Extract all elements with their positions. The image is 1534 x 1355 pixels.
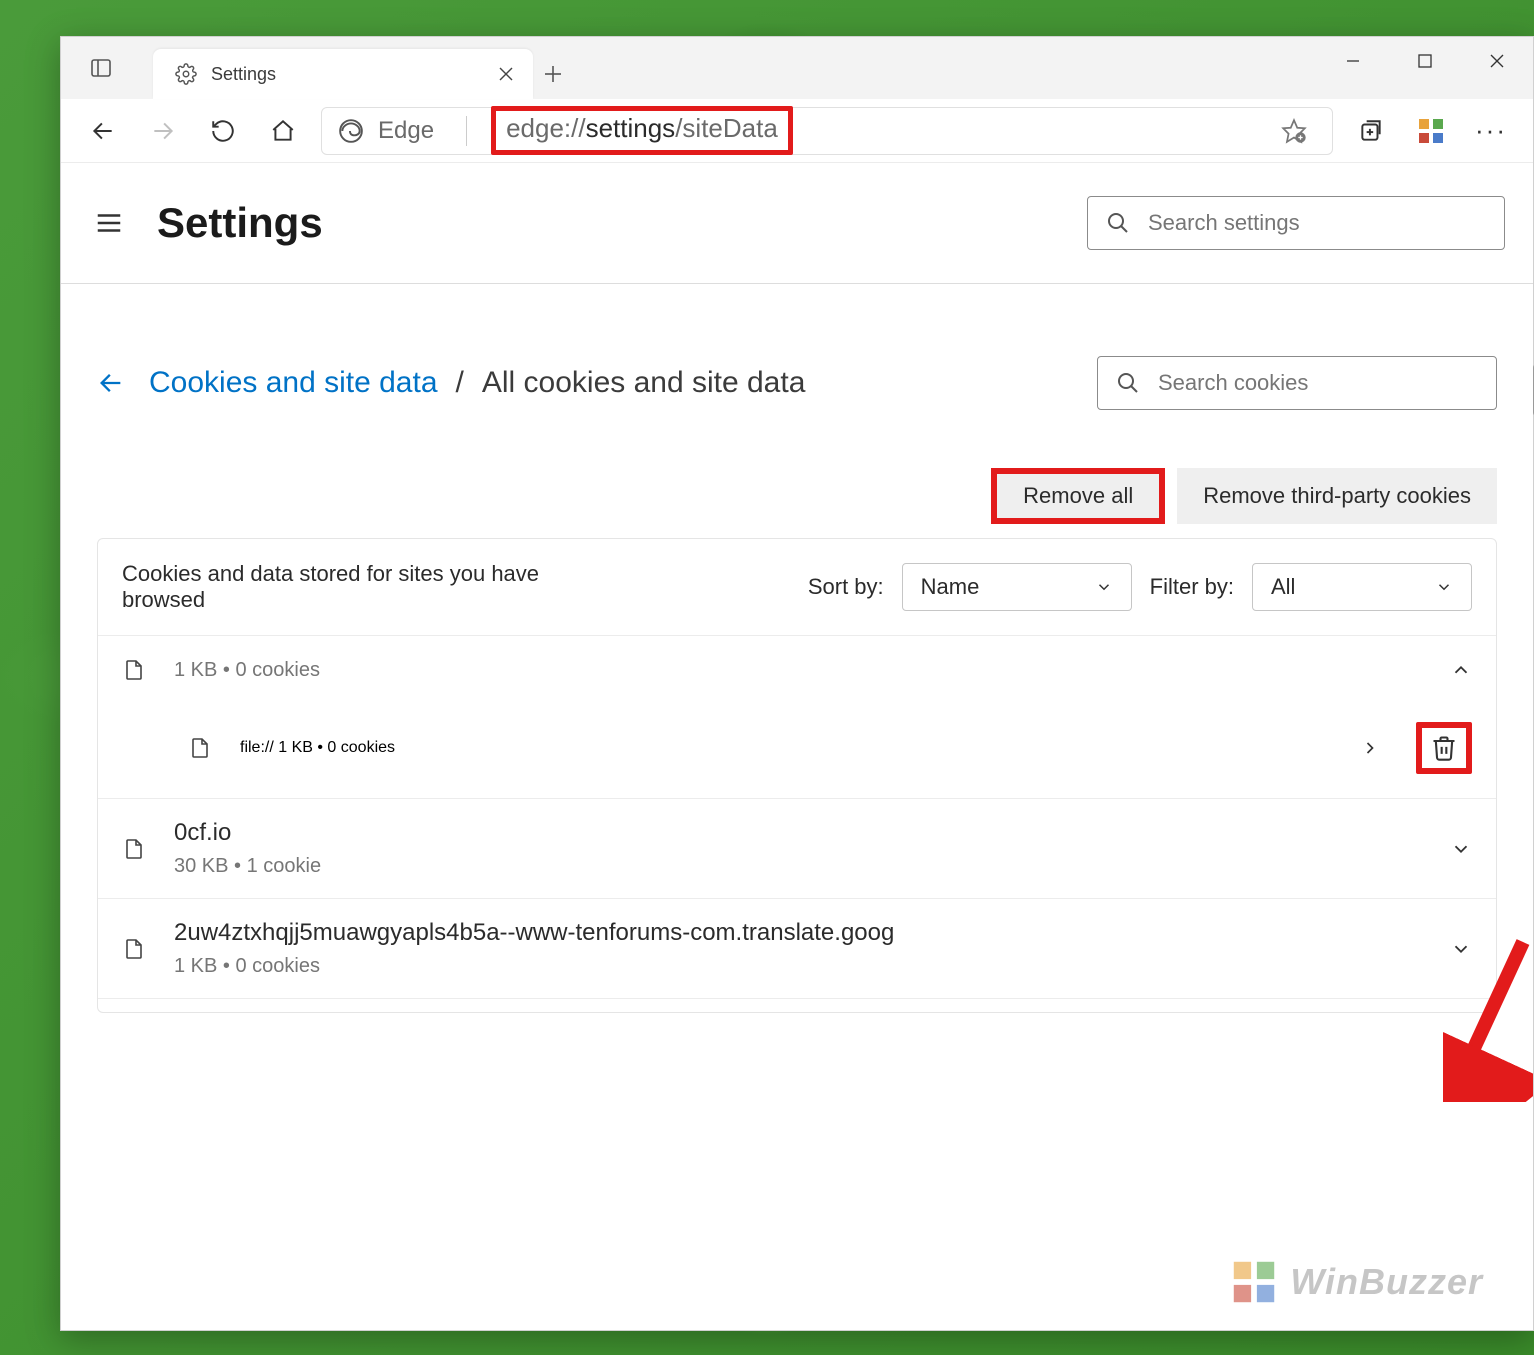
watermark-icon <box>1228 1256 1280 1308</box>
favorite-button[interactable] <box>1272 109 1316 153</box>
address-separator <box>466 116 467 146</box>
panel-description: Cookies and data stored for sites you ha… <box>122 561 562 613</box>
delete-cookie-button-highlight <box>1416 722 1472 774</box>
cookie-sub-title: file:// <box>240 739 274 756</box>
home-button[interactable] <box>261 109 305 153</box>
watermark-text: WinBuzzer <box>1290 1261 1483 1303</box>
cookie-group-row[interactable]: 0cf.io 30 KB • 1 cookie <box>98 798 1496 898</box>
address-url-highlight: edge://settings/siteData <box>491 106 793 155</box>
tab-settings[interactable]: Settings <box>153 49 533 99</box>
remove-third-party-button[interactable]: Remove third-party cookies <box>1177 468 1497 524</box>
chevron-down-icon <box>1435 578 1453 596</box>
breadcrumb-link[interactable]: Cookies and site data <box>149 366 438 400</box>
settings-header: Settings <box>61 163 1533 283</box>
filter-select[interactable]: All <box>1252 563 1472 611</box>
cookie-row-info: 0cf.io 30 KB • 1 cookie <box>174 819 321 878</box>
cookie-group-row[interactable]: 2uw4ztxhqjj5muawgyapls4b5a--www-tenforum… <box>98 898 1496 998</box>
cookie-sub-info: file:// 1 KB • 0 cookies <box>240 739 395 757</box>
trash-icon[interactable] <box>1430 734 1458 762</box>
file-icon <box>188 734 214 762</box>
profile-button[interactable] <box>1409 109 1453 153</box>
cookie-row-info: 2uw4ztxhqjj5muawgyapls4b5a--www-tenforum… <box>174 919 894 978</box>
menu-button[interactable]: ··· <box>1469 109 1513 153</box>
cookie-sub-row[interactable]: file:// 1 KB • 0 cookies <box>98 704 1496 798</box>
navigation-toolbar: Edge edge://settings/siteData ··· <box>61 99 1533 163</box>
action-row: Remove all Remove third-party cookies <box>97 468 1497 524</box>
chevron-right-icon[interactable] <box>1360 738 1380 758</box>
content-area: Cookies and site data / All cookies and … <box>61 356 1533 1013</box>
search-cookies-field[interactable] <box>1097 356 1497 410</box>
remove-all-button[interactable]: Remove all <box>991 468 1165 524</box>
window-controls <box>1317 37 1533 85</box>
sort-select[interactable]: Name <box>902 563 1132 611</box>
ellipsis-icon: ··· <box>1475 115 1507 146</box>
sort-label: Sort by: <box>808 574 884 600</box>
back-button[interactable] <box>81 109 125 153</box>
chevron-down-icon[interactable] <box>1450 838 1472 860</box>
filter-value: All <box>1271 574 1295 600</box>
cookie-group-meta: 1 KB • 0 cookies <box>174 659 320 682</box>
breadcrumb-row: Cookies and site data / All cookies and … <box>97 356 1497 410</box>
search-settings-field[interactable] <box>1087 196 1505 250</box>
panel-header: Cookies and data stored for sites you ha… <box>98 539 1496 635</box>
sort-value: Name <box>921 574 980 600</box>
file-icon <box>122 656 148 684</box>
edge-logo-icon <box>338 118 364 144</box>
filter-label: Filter by: <box>1150 574 1234 600</box>
address-bar[interactable]: Edge edge://settings/siteData <box>321 107 1333 155</box>
annotation-arrow <box>1443 932 1533 1102</box>
chevron-down-icon <box>1095 578 1113 596</box>
file-icon <box>122 935 148 963</box>
breadcrumb-back-icon[interactable] <box>97 369 131 397</box>
cookie-row-title: 0cf.io <box>174 819 321 847</box>
page-title: Settings <box>157 199 323 247</box>
tabstrip: Settings <box>61 37 573 99</box>
browser-window: Settings <box>60 36 1534 1331</box>
search-icon <box>1106 211 1130 235</box>
close-window-button[interactable] <box>1461 37 1533 85</box>
breadcrumb-separator: / <box>456 366 464 400</box>
vertical-tabs-toggle[interactable] <box>77 44 125 92</box>
refresh-button[interactable] <box>201 109 245 153</box>
minimize-button[interactable] <box>1317 37 1389 85</box>
new-tab-button[interactable] <box>533 49 573 99</box>
breadcrumb-current: All cookies and site data <box>482 366 806 400</box>
cookie-row-meta: 30 KB • 1 cookie <box>174 855 321 878</box>
cookie-sub-meta: 1 KB • 0 cookies <box>278 739 395 756</box>
search-icon <box>1116 371 1140 395</box>
gear-icon <box>175 63 197 85</box>
search-cookies-input[interactable] <box>1158 370 1478 396</box>
cookie-group-row[interactable]: 1 KB • 0 cookies <box>98 635 1496 704</box>
list-continuation <box>98 998 1496 1012</box>
watermark: WinBuzzer <box>1228 1256 1483 1308</box>
settings-menu-button[interactable] <box>89 203 129 243</box>
cookies-panel: Cookies and data stored for sites you ha… <box>97 538 1497 1013</box>
title-bar: Settings <box>61 37 1533 99</box>
chevron-up-icon[interactable] <box>1450 659 1472 681</box>
cookie-row-title: 2uw4ztxhqjj5muawgyapls4b5a--www-tenforum… <box>174 919 894 947</box>
file-icon <box>122 835 148 863</box>
tab-title: Settings <box>211 64 483 85</box>
forward-button[interactable] <box>141 109 185 153</box>
search-settings-input[interactable] <box>1148 210 1486 236</box>
divider <box>61 283 1533 284</box>
address-prefix: Edge <box>378 117 434 145</box>
maximize-button[interactable] <box>1389 37 1461 85</box>
cookie-row-meta: 1 KB • 0 cookies <box>174 955 894 978</box>
collections-button[interactable] <box>1349 109 1393 153</box>
tab-close-button[interactable] <box>497 65 515 83</box>
